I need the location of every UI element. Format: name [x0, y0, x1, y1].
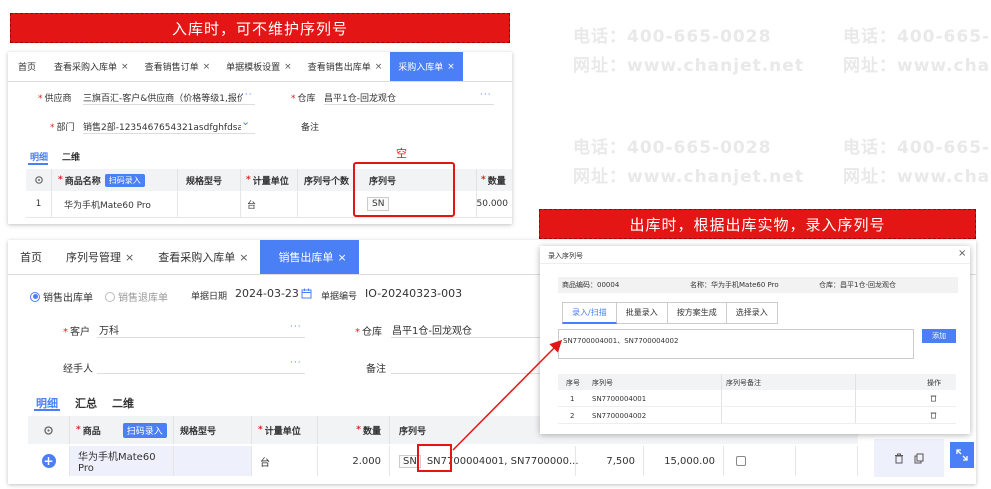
annotation-arrow — [452, 339, 563, 451]
